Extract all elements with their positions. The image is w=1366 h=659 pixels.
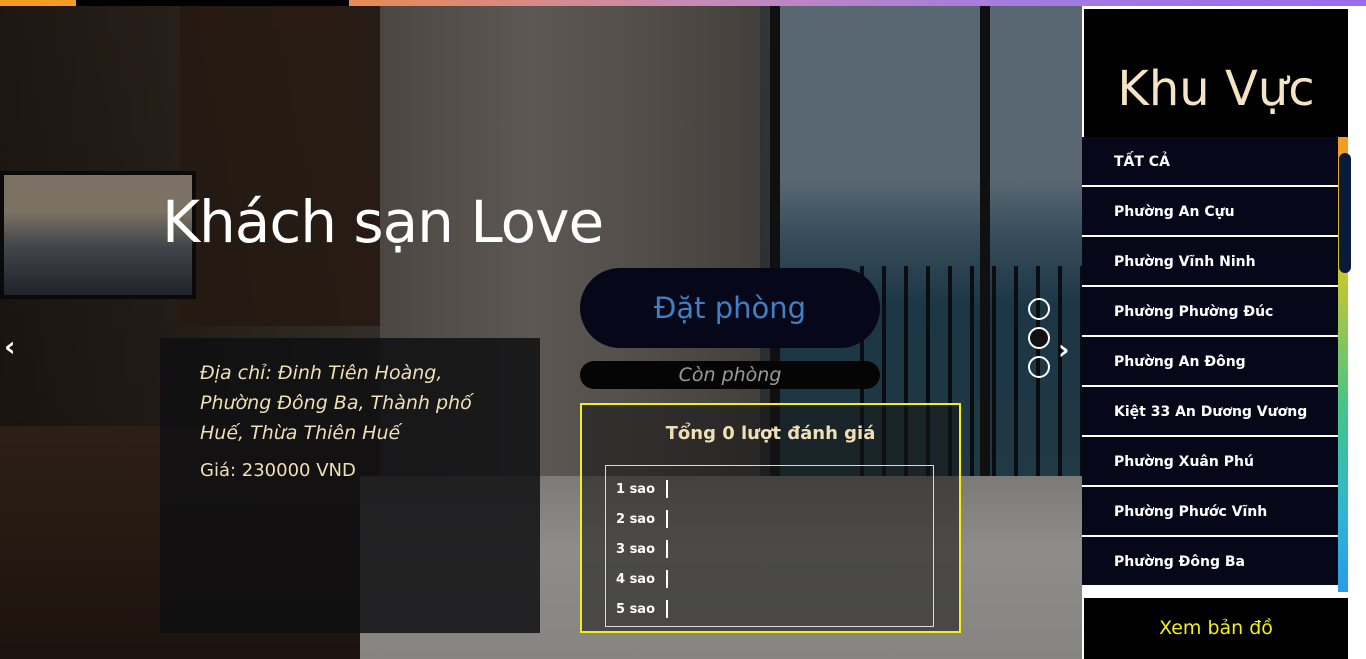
carousel-prev-icon[interactable]: ‹ — [4, 330, 16, 363]
region-item[interactable]: Phường An Cựu — [1082, 187, 1338, 237]
star-label: 5 sao — [616, 601, 656, 617]
region-item[interactable]: Kiệt 33 An Dương Vương — [1082, 387, 1338, 437]
hero-carousel: Khách sạn Love ‹ › Địa chỉ: Đinh Tiên Ho… — [0, 6, 1082, 659]
region-sidebar: Khu Vực TẤT CẢ Phường An Cựu Phường Vĩnh… — [1082, 6, 1366, 659]
star-row: 4 sao — [606, 564, 933, 594]
hotel-title: Khách sạn Love — [162, 188, 604, 256]
star-bar — [666, 540, 668, 558]
carousel-indicators — [1028, 298, 1050, 385]
star-breakdown: 1 sao 2 sao 3 sao 4 sao 5 sao — [605, 465, 934, 627]
region-item-all[interactable]: TẤT CẢ — [1082, 137, 1338, 187]
region-item[interactable]: Phường Đông Ba — [1082, 537, 1338, 587]
hotel-address: Địa chỉ: Đinh Tiên Hoàng, Phường Đông Ba… — [200, 362, 472, 444]
availability-status: Còn phòng — [580, 361, 880, 389]
star-label: 2 sao — [616, 511, 656, 527]
carousel-dot-3[interactable] — [1028, 356, 1050, 378]
star-bar — [666, 510, 668, 528]
star-bar — [666, 600, 668, 618]
scrollbar-thumb[interactable] — [1339, 153, 1351, 273]
carousel-dot-1[interactable] — [1028, 298, 1050, 320]
region-list-scrollbar[interactable] — [1338, 137, 1351, 592]
star-bar — [666, 570, 668, 588]
star-label: 3 sao — [616, 541, 656, 557]
region-item[interactable]: Phường Phường Đúc — [1082, 287, 1338, 337]
star-label: 4 sao — [616, 571, 656, 587]
region-list[interactable]: TẤT CẢ Phường An Cựu Phường Vĩnh Ninh Ph… — [1082, 137, 1338, 592]
star-row: 2 sao — [606, 504, 933, 534]
review-summary: Tổng 0 lượt đánh giá 1 sao 2 sao 3 sao 4… — [580, 403, 961, 633]
carousel-dot-2[interactable] — [1028, 327, 1050, 349]
view-map-button[interactable]: Xem bản đồ — [1084, 598, 1348, 659]
book-room-button[interactable]: Đặt phòng — [580, 268, 880, 348]
review-total: Tổng 0 lượt đánh giá — [665, 423, 876, 444]
hotel-price: Giá: 230000 VND — [200, 460, 356, 481]
star-row: 3 sao — [606, 534, 933, 564]
carousel-next-icon[interactable]: › — [1058, 333, 1070, 366]
star-row: 5 sao — [606, 594, 933, 624]
hotel-info-panel: Địa chỉ: Đinh Tiên Hoàng, Phường Đông Ba… — [160, 338, 540, 633]
star-label: 1 sao — [616, 481, 656, 497]
star-bar — [666, 480, 668, 498]
star-row: 1 sao — [606, 474, 933, 504]
region-item[interactable]: Phường Xuân Phú — [1082, 437, 1338, 487]
region-item[interactable]: Phường Vĩnh Ninh — [1082, 237, 1338, 287]
sidebar-title: Khu Vực — [1084, 9, 1348, 139]
region-item[interactable]: Phường Phước Vĩnh — [1082, 487, 1338, 537]
region-item[interactable]: Phường An Đông — [1082, 337, 1338, 387]
